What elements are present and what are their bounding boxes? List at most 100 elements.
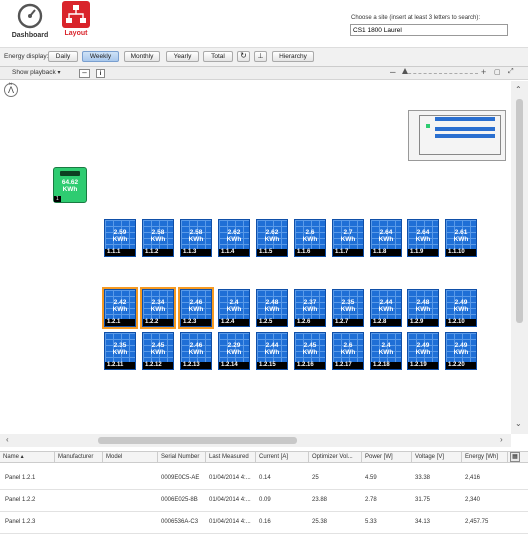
panel-label: 1.1.1 (105, 249, 135, 256)
panel-energy-value: 2.35 KWh (340, 299, 356, 313)
table-cell: 2.78 (365, 497, 377, 503)
solar-panel[interactable]: 2.6 KWh 1.2.17 (332, 332, 364, 370)
scroll-up-icon[interactable]: ⌃ (515, 85, 522, 94)
col-current[interactable]: Current [A] (256, 452, 309, 462)
solar-panel[interactable]: 2.45 KWh 1.2.12 (142, 332, 174, 370)
solar-panel[interactable]: 2.4 KWh 1.2.18 (370, 332, 402, 370)
col-model[interactable]: Model (103, 452, 158, 462)
solar-panel[interactable]: 2.35 KWh 1.2.11 (104, 332, 136, 370)
panel-label: 1.2.20 (446, 362, 476, 369)
col-manufacturer[interactable]: Manufacturer (55, 452, 103, 462)
solar-panel[interactable]: 2.49 KWh 1.2.10 (445, 289, 477, 327)
col-last-measured[interactable]: Last Measured (206, 452, 256, 462)
show-playback-toggle[interactable]: Show playback ▾ (12, 69, 61, 76)
table-cell: 2,340 (465, 497, 481, 503)
solar-panel[interactable]: 2.46 KWh 1.2.3 (178, 287, 214, 329)
col-power[interactable]: Power [W] (362, 452, 412, 462)
solar-panel[interactable]: 2.49 KWh 1.2.19 (407, 332, 439, 370)
collapse-button[interactable]: – (79, 69, 90, 78)
minimap[interactable] (408, 110, 506, 161)
table-cell: 34.13 (415, 519, 431, 525)
panel-energy-value: 2.61 KWh (453, 229, 469, 243)
solar-panel[interactable]: 2.58 KWh 1.1.3 (180, 219, 212, 257)
tree-icon: ⊥ (257, 53, 264, 60)
zoom-in-icon[interactable]: + (481, 67, 486, 77)
solar-panel[interactable]: 2.64 KWh 1.1.8 (370, 219, 402, 257)
show-playback-label: Show playback (12, 69, 56, 76)
solar-panel[interactable]: 2.44 KWh 1.2.8 (370, 289, 402, 327)
solar-panel[interactable]: 2.44 KWh 1.2.15 (256, 332, 288, 370)
table-row[interactable]: Panel 1.2.2 0006E025-8B 01/04/2014 4:... 0.… (0, 490, 528, 512)
panel-label: 1.2.12 (143, 362, 173, 369)
info-button[interactable]: i (96, 69, 105, 78)
monthly-button[interactable]: Monthly (124, 51, 160, 62)
solar-panel[interactable]: 2.61 KWh 1.1.10 (445, 219, 477, 257)
fit-screen-icon[interactable]: ▢ (494, 68, 501, 76)
solar-panel[interactable]: 2.7 KWh 1.1.7 (332, 219, 364, 257)
col-name[interactable]: Name ▴ (0, 452, 55, 462)
solar-panel[interactable]: 2.37 KWh 1.2.6 (294, 289, 326, 327)
scroll-left-icon[interactable]: ‹ (6, 435, 9, 444)
vertical-scroll-thumb[interactable] (516, 99, 523, 323)
refresh-button[interactable]: ↻ (237, 51, 250, 62)
zoom-slider-handle[interactable] (402, 68, 408, 74)
scroll-down-icon[interactable]: ⌄ (515, 419, 522, 428)
tree-button[interactable]: ⊥ (254, 51, 267, 62)
solar-panel[interactable]: 2.34 KWh 1.2.2 (140, 287, 176, 329)
col-voltage[interactable]: Voltage [V] (412, 452, 462, 462)
expand-icon[interactable]: ⤢ (508, 68, 514, 76)
solar-panel[interactable]: 2.48 KWh 1.2.9 (407, 289, 439, 327)
table-row[interactable]: Panel 1.2.1 0009E0C5-AE 01/04/2014 4:... 0.… (0, 468, 528, 490)
solar-panel[interactable]: 2.64 KWh 1.1.9 (407, 219, 439, 257)
col-serial-number[interactable]: Serial Number (158, 452, 206, 462)
zoom-out-icon[interactable]: – (390, 67, 396, 78)
panel-label: 1.1.10 (446, 249, 476, 256)
panel-energy-value: 2.46 KWh (188, 299, 204, 313)
panel-label: 1.1.5 (257, 249, 287, 256)
table-cell: Panel 1.2.3 (5, 519, 36, 525)
solar-panel[interactable]: 2.49 KWh 1.2.20 (445, 332, 477, 370)
panel-energy-value: 2.49 KWh (453, 299, 469, 313)
solar-panel[interactable]: 2.62 KWh 1.1.4 (218, 219, 250, 257)
panel-label: 1.2.13 (181, 362, 211, 369)
inverter[interactable]: 64.62 KWh 1 (53, 167, 87, 203)
solar-panel[interactable]: 2.45 KWh 1.2.16 (294, 332, 326, 370)
layout-nav[interactable]: Layout (58, 1, 94, 41)
solar-panel[interactable]: 2.4 KWh 1.2.4 (218, 289, 250, 327)
minimap-panel (489, 134, 495, 138)
horizontal-scroll-thumb[interactable] (98, 437, 297, 444)
dashboard-nav[interactable]: Dashboard (8, 3, 52, 41)
horizontal-scrollbar[interactable]: ‹ › (0, 434, 511, 447)
col-optimizer-voltage[interactable]: Optimizer Vol... (309, 452, 362, 462)
hierarchy-button[interactable]: Hierarchy (272, 51, 314, 62)
site-search-input[interactable] (350, 24, 508, 36)
panel-label: 1.2.6 (295, 319, 325, 326)
solar-panel[interactable]: 2.58 KWh 1.1.2 (142, 219, 174, 257)
table-cell: 0006536A-C3 (161, 519, 199, 525)
table-row[interactable]: Panel 1.2.3 0006536A-C3 01/04/2014 4:... 0.… (0, 512, 528, 534)
weekly-button[interactable]: Weekly (82, 51, 119, 62)
solar-panel[interactable]: 2.46 KWh 1.2.13 (180, 332, 212, 370)
solar-panel[interactable]: 2.48 KWh 1.2.5 (256, 289, 288, 327)
total-button[interactable]: Total (203, 51, 233, 62)
energy-display-label: Energy display: (4, 53, 49, 60)
refresh-icon: ↻ (240, 51, 247, 60)
solar-panel[interactable]: 2.29 KWh 1.2.14 (218, 332, 250, 370)
solar-panel[interactable]: 2.42 KWh 1.2.1 (102, 287, 138, 329)
daily-button[interactable]: Daily (48, 51, 78, 62)
zoom-slider[interactable] (403, 73, 478, 74)
scroll-right-icon[interactable]: › (500, 435, 503, 444)
solar-panel[interactable]: 2.62 KWh 1.1.5 (256, 219, 288, 257)
solar-panel[interactable]: 2.6 KWh 1.1.6 (294, 219, 326, 257)
dashboard-gauge-icon (17, 3, 43, 29)
panel-label: 1.2.17 (333, 362, 363, 369)
columns-menu-icon[interactable]: ▦ (510, 452, 520, 462)
table-cell: 23.88 (312, 497, 328, 503)
yearly-button[interactable]: Yearly (166, 51, 199, 62)
layout-label: Layout (64, 30, 88, 37)
solar-panel[interactable]: 2.59 KWh 1.1.1 (104, 219, 136, 257)
col-energy[interactable]: Energy [Wh] (462, 452, 508, 462)
vertical-scrollbar[interactable]: ⌃ ⌄ (511, 81, 528, 434)
solar-panel[interactable]: 2.35 KWh 1.2.7 (332, 289, 364, 327)
panel-energy-value: 2.49 KWh (415, 342, 431, 356)
